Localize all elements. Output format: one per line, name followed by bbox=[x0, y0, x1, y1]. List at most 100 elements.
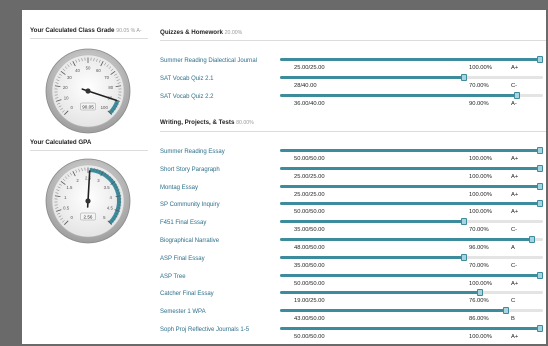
class-grade-sub: 90.05 % A- bbox=[116, 28, 142, 34]
letter-grade: A bbox=[511, 245, 515, 251]
score-slider[interactable] bbox=[280, 218, 543, 226]
percent-value: 100.00% bbox=[469, 191, 492, 198]
percent-value: 100.00% bbox=[469, 209, 492, 216]
score-slider[interactable] bbox=[280, 271, 543, 279]
slider-handle[interactable] bbox=[514, 92, 520, 99]
assignment-row: Semester 1 WPA 43.00/50.00 86.00% B bbox=[160, 307, 546, 328]
gauge-tick-label: 100 bbox=[101, 105, 109, 110]
score-slider[interactable] bbox=[280, 182, 543, 190]
gauge-tick-label: 30 bbox=[67, 75, 72, 80]
slider-fill bbox=[280, 149, 543, 152]
letter-grade: A+ bbox=[511, 280, 519, 287]
slider-handle[interactable] bbox=[537, 325, 543, 332]
gauge-tick-label: 60 bbox=[96, 68, 101, 73]
gauge-tick-label: 80 bbox=[108, 85, 113, 90]
assignment-row: SAT Vocab Quiz 2.2 36.00/40.00 90.00% A- bbox=[160, 92, 546, 113]
assignment-row: SAT Vocab Quiz 2.1 28/40.00 70.00% C- bbox=[160, 74, 546, 95]
assignment-row: Summer Reading Essay 50.00/50.00 100.00% A+ bbox=[160, 147, 546, 168]
percent-value: 100.00% bbox=[469, 156, 492, 162]
slider-handle[interactable] bbox=[537, 271, 543, 279]
slider-handle[interactable] bbox=[537, 182, 543, 190]
slider-fill bbox=[280, 238, 532, 241]
score-slider[interactable] bbox=[280, 74, 543, 81]
letter-grade: C- bbox=[511, 262, 518, 269]
gauge-tick-label: 20 bbox=[63, 85, 68, 90]
score-slider[interactable] bbox=[280, 56, 543, 63]
percent-value: 70.00% bbox=[469, 83, 489, 89]
gauge-dial: 010203040506070809010090.05 bbox=[45, 48, 131, 134]
score-slider[interactable] bbox=[280, 164, 543, 172]
score-slider[interactable] bbox=[280, 236, 543, 243]
score-value: 25.00/25.00 bbox=[294, 173, 325, 180]
divider bbox=[30, 38, 148, 39]
assignment-row: Catcher Final Essay 19.00/25.00 76.00% C bbox=[160, 289, 546, 310]
grade-calculator-panel: Your Calculated Class Grade 90.05 % A- 0… bbox=[22, 10, 546, 344]
slider-handle[interactable] bbox=[461, 253, 467, 261]
assignment-row: Soph Proj Reflective Journals 1-5 50.00/5… bbox=[160, 325, 546, 344]
slider-handle[interactable] bbox=[503, 307, 509, 315]
section-title-quizzes: Quizzes & Homework 20.00% bbox=[160, 29, 243, 36]
assignment-name[interactable]: ASP Final Essay bbox=[160, 256, 205, 262]
slider-fill bbox=[280, 184, 543, 188]
assignment-name[interactable]: Soph Proj Reflective Journals 1-5 bbox=[160, 327, 249, 333]
score-slider[interactable] bbox=[280, 147, 543, 154]
score-slider[interactable] bbox=[280, 307, 543, 315]
assignment-row: ASP Tree 50.00/50.00 100.00% A+ bbox=[160, 271, 546, 293]
score-slider[interactable] bbox=[280, 253, 543, 261]
slider-handle[interactable] bbox=[477, 289, 483, 297]
gauge-tick-label: 40 bbox=[75, 68, 80, 73]
slider-fill bbox=[280, 255, 464, 259]
assignment-name[interactable]: ASP Tree bbox=[160, 274, 186, 280]
percent-value: 70.00% bbox=[469, 262, 489, 269]
divider bbox=[160, 40, 546, 41]
slider-handle[interactable] bbox=[537, 147, 543, 154]
slider-handle[interactable] bbox=[537, 164, 543, 172]
slider-handle[interactable] bbox=[461, 74, 467, 81]
assignment-name[interactable]: Semester 1 WPA bbox=[160, 309, 206, 315]
slider-fill bbox=[280, 58, 543, 61]
slider-fill bbox=[280, 309, 506, 313]
slider-handle[interactable] bbox=[461, 218, 467, 226]
assignment-name[interactable]: Biographical Narrative bbox=[160, 238, 219, 244]
score-slider[interactable] bbox=[280, 325, 543, 332]
slider-fill bbox=[280, 220, 464, 224]
score-value: 25.00/25.00 bbox=[294, 191, 325, 198]
letter-grade: A+ bbox=[511, 173, 519, 180]
slider-handle[interactable] bbox=[537, 200, 543, 208]
assignment-name[interactable]: Summer Reading Essay bbox=[160, 149, 225, 155]
assignment-name[interactable]: Catcher Final Essay bbox=[160, 291, 214, 297]
score-value: 25.00/25.00 bbox=[294, 65, 325, 71]
assignment-row: ASP Final Essay 35.00/50.00 70.00% C- bbox=[160, 253, 546, 275]
score-slider[interactable] bbox=[280, 289, 543, 297]
letter-grade: C bbox=[511, 298, 516, 305]
letter-grade: A+ bbox=[511, 156, 519, 162]
assignment-name[interactable]: Summer Reading Dialectical Journal bbox=[160, 58, 257, 64]
slider-handle[interactable] bbox=[529, 236, 535, 243]
assignment-row: F451 Final Essay 35.00/50.00 70.00% C- bbox=[160, 218, 546, 239]
assignment-name[interactable]: SAT Vocab Quiz 2.1 bbox=[160, 76, 213, 82]
assignment-name[interactable]: SP Community Inquiry bbox=[160, 202, 220, 208]
divider bbox=[160, 131, 546, 132]
section-title-writing: Writing, Projects, & Tests 80.00% bbox=[160, 119, 254, 126]
score-value: 43.00/50.00 bbox=[294, 316, 325, 323]
assignment-name[interactable]: F451 Final Essay bbox=[160, 220, 206, 226]
gauge-tick-label: 4.5 bbox=[107, 206, 114, 211]
score-slider[interactable] bbox=[280, 200, 543, 208]
slider-handle[interactable] bbox=[537, 56, 543, 63]
assignment-name[interactable]: SAT Vocab Quiz 2.2 bbox=[160, 94, 213, 100]
gauge-tick-label: 0.5 bbox=[63, 206, 70, 211]
score-value: 19.00/25.00 bbox=[294, 298, 325, 305]
gauge-tick-label: 10 bbox=[64, 96, 69, 101]
percent-value: 76.00% bbox=[469, 298, 489, 305]
assignment-name[interactable]: Short Story Paragraph bbox=[160, 167, 220, 173]
score-slider[interactable] bbox=[280, 92, 543, 99]
score-value: 35.00/50.00 bbox=[294, 227, 325, 234]
class-grade-gauge: 010203040506070809010090.05 bbox=[45, 48, 131, 134]
percent-value: 100.00% bbox=[469, 280, 492, 287]
percent-value: 70.00% bbox=[469, 227, 489, 234]
gauge-tick-label: 2.5 bbox=[85, 176, 92, 181]
assignment-name[interactable]: Montag Essay bbox=[160, 185, 198, 191]
letter-grade: C- bbox=[511, 227, 518, 234]
gauge-dial: 00.511.522.533.544.552.56 bbox=[45, 158, 131, 244]
slider-fill bbox=[280, 202, 543, 206]
